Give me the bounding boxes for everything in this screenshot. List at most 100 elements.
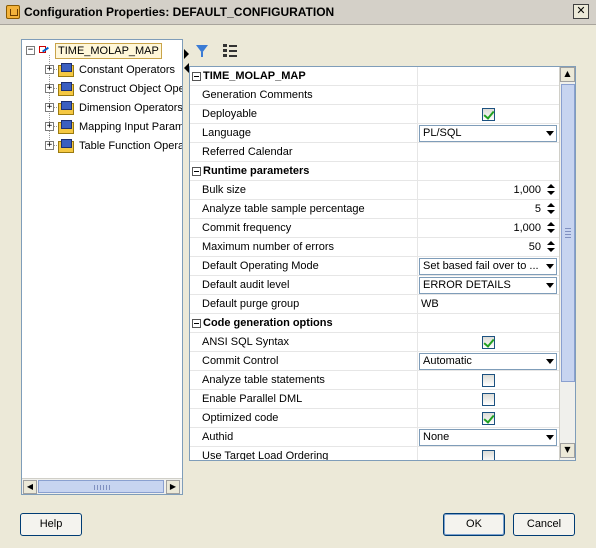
tree-node[interactable]: + Dimension Operators — [45, 98, 182, 117]
tree-node-label[interactable]: TIME_MOLAP_MAP — [55, 42, 162, 59]
enable-parallel-dml-checkbox[interactable] — [482, 392, 495, 406]
tree-node[interactable]: + Mapping Input Parame — [45, 117, 182, 136]
property-toolbar — [190, 40, 576, 64]
property-label: Code generation options — [203, 317, 333, 329]
spinner-arrows-icon[interactable] — [546, 221, 556, 235]
tree-horizontal-scrollbar[interactable]: ◀ ▶ — [22, 478, 182, 494]
maximum-number-of-errors-input[interactable]: 50 — [529, 241, 541, 253]
language-select[interactable]: PL/SQL — [419, 124, 557, 142]
tree-node-label: Table Function Operat — [79, 139, 182, 152]
property-name: Language — [190, 123, 418, 143]
property-row-use-target-load-ordering: Use Target Load Ordering — [190, 446, 559, 460]
property-vertical-scrollbar[interactable]: ▲ ▼ — [559, 67, 575, 460]
property-label: Language — [202, 126, 251, 139]
selected-value: Set based fail over to ... — [423, 259, 539, 272]
property-label: Analyze table sample percentage — [202, 202, 365, 215]
property-name[interactable]: Runtime parameters — [190, 161, 418, 181]
help-button[interactable]: Help — [20, 513, 82, 536]
property-name: Default Operating Mode — [190, 256, 418, 276]
spinner-arrows-icon[interactable] — [546, 240, 556, 254]
category-row-code-generation-options[interactable]: Code generation options — [190, 313, 559, 333]
chevron-down-icon[interactable] — [546, 358, 554, 364]
chevron-down-icon[interactable] — [546, 130, 554, 136]
filter-icon[interactable] — [193, 42, 211, 60]
bulk-size-input[interactable]: 1,000 — [513, 184, 541, 196]
spinner-arrows-icon[interactable] — [546, 202, 556, 216]
expand-icon[interactable]: + — [45, 122, 54, 131]
expand-icon[interactable]: + — [45, 84, 54, 93]
operator-folder-icon — [58, 82, 74, 96]
use-target-load-ordering-checkbox[interactable] — [482, 449, 495, 460]
scroll-down-icon[interactable]: ▼ — [560, 443, 575, 458]
property-value — [418, 86, 559, 105]
property-value — [418, 333, 559, 352]
tree-view: − TIME_MOLAP_MAP + Constant Operators + Const… — [22, 40, 182, 478]
chevron-down-icon[interactable] — [546, 282, 554, 288]
deployable-checkbox[interactable] — [482, 107, 495, 121]
operator-folder-icon — [58, 63, 74, 77]
default-purge-group-field[interactable]: WB — [421, 298, 439, 310]
property-value: ERROR DETAILS — [418, 276, 559, 295]
spinner-arrows-icon[interactable] — [546, 183, 556, 197]
property-label: TIME_MOLAP_MAP — [203, 70, 306, 82]
operator-folder-icon — [58, 101, 74, 115]
property-value — [418, 409, 559, 428]
scroll-left-icon[interactable]: ◀ — [23, 480, 37, 494]
ok-button[interactable]: OK — [443, 513, 505, 536]
expand-icon[interactable]: + — [45, 141, 54, 150]
property-name: Analyze table statements — [190, 370, 418, 390]
property-value: WB — [418, 295, 559, 314]
close-button[interactable]: ✕ — [573, 4, 589, 19]
tree-node-root[interactable]: − TIME_MOLAP_MAP — [26, 41, 162, 60]
property-label: Default Operating Mode — [202, 259, 319, 272]
default-operating-mode-select[interactable]: Set based fail over to ... — [419, 257, 557, 275]
property-label: Commit frequency — [202, 221, 292, 234]
property-row-authid: Authid None — [190, 427, 559, 447]
tree-node[interactable]: + Constant Operators — [45, 60, 177, 79]
authid-select[interactable]: None — [419, 428, 557, 446]
property-name[interactable]: TIME_MOLAP_MAP — [190, 67, 418, 86]
property-value — [418, 162, 559, 181]
property-label: Default audit level — [202, 278, 290, 291]
optimized-code-checkbox[interactable] — [482, 411, 495, 425]
tree-node[interactable]: + Construct Object Ope — [45, 79, 182, 98]
expand-right-icon[interactable] — [184, 49, 189, 59]
property-row-generation-comments: Generation Comments — [190, 85, 559, 105]
help-button-label: Help — [39, 518, 63, 530]
property-name[interactable]: Code generation options — [190, 313, 418, 333]
property-row-analyze-table-sample-percentage: Analyze table sample percentage 5 — [190, 199, 559, 219]
commit-frequency-input[interactable]: 1,000 — [513, 222, 541, 234]
collapse-icon[interactable]: − — [26, 46, 35, 55]
cancel-button[interactable]: Cancel — [513, 513, 575, 536]
property-name: Commit Control — [190, 351, 418, 371]
property-label: Deployable — [202, 107, 258, 120]
collapse-icon[interactable] — [192, 166, 201, 176]
analyze-table-statements-checkbox[interactable] — [482, 373, 495, 387]
tree-node-label: Dimension Operators — [79, 101, 182, 114]
collapse-icon[interactable] — [192, 71, 201, 81]
ansi-sql-syntax-checkbox[interactable] — [482, 335, 495, 349]
scroll-right-icon[interactable]: ▶ — [166, 480, 180, 494]
scroll-thumb[interactable] — [38, 480, 164, 493]
tree-node[interactable]: + Table Function Operat — [45, 136, 182, 155]
expand-icon[interactable]: + — [45, 103, 54, 112]
selected-value: ERROR DETAILS — [423, 278, 511, 291]
commit-control-select[interactable]: Automatic — [419, 352, 557, 370]
chevron-down-icon[interactable] — [546, 434, 554, 440]
category-row-time-molap-map[interactable]: TIME_MOLAP_MAP — [190, 67, 559, 86]
chevron-down-icon[interactable] — [546, 263, 554, 269]
scroll-up-icon[interactable]: ▲ — [560, 67, 575, 82]
categorize-icon[interactable] — [221, 42, 239, 60]
expand-icon[interactable]: + — [45, 65, 54, 74]
property-name: Default audit level — [190, 275, 418, 295]
property-value — [418, 447, 559, 460]
analyze-table-sample-percentage-input[interactable]: 5 — [535, 203, 541, 215]
scroll-thumb[interactable] — [561, 84, 575, 382]
category-row-runtime-parameters[interactable]: Runtime parameters — [190, 161, 559, 181]
default-audit-level-select[interactable]: ERROR DETAILS — [419, 276, 557, 294]
property-row-referred-calendar: Referred Calendar — [190, 142, 559, 162]
property-name: Authid — [190, 427, 418, 447]
property-label: Optimized code — [202, 411, 279, 424]
collapse-icon[interactable] — [192, 318, 201, 328]
property-value — [418, 390, 559, 409]
